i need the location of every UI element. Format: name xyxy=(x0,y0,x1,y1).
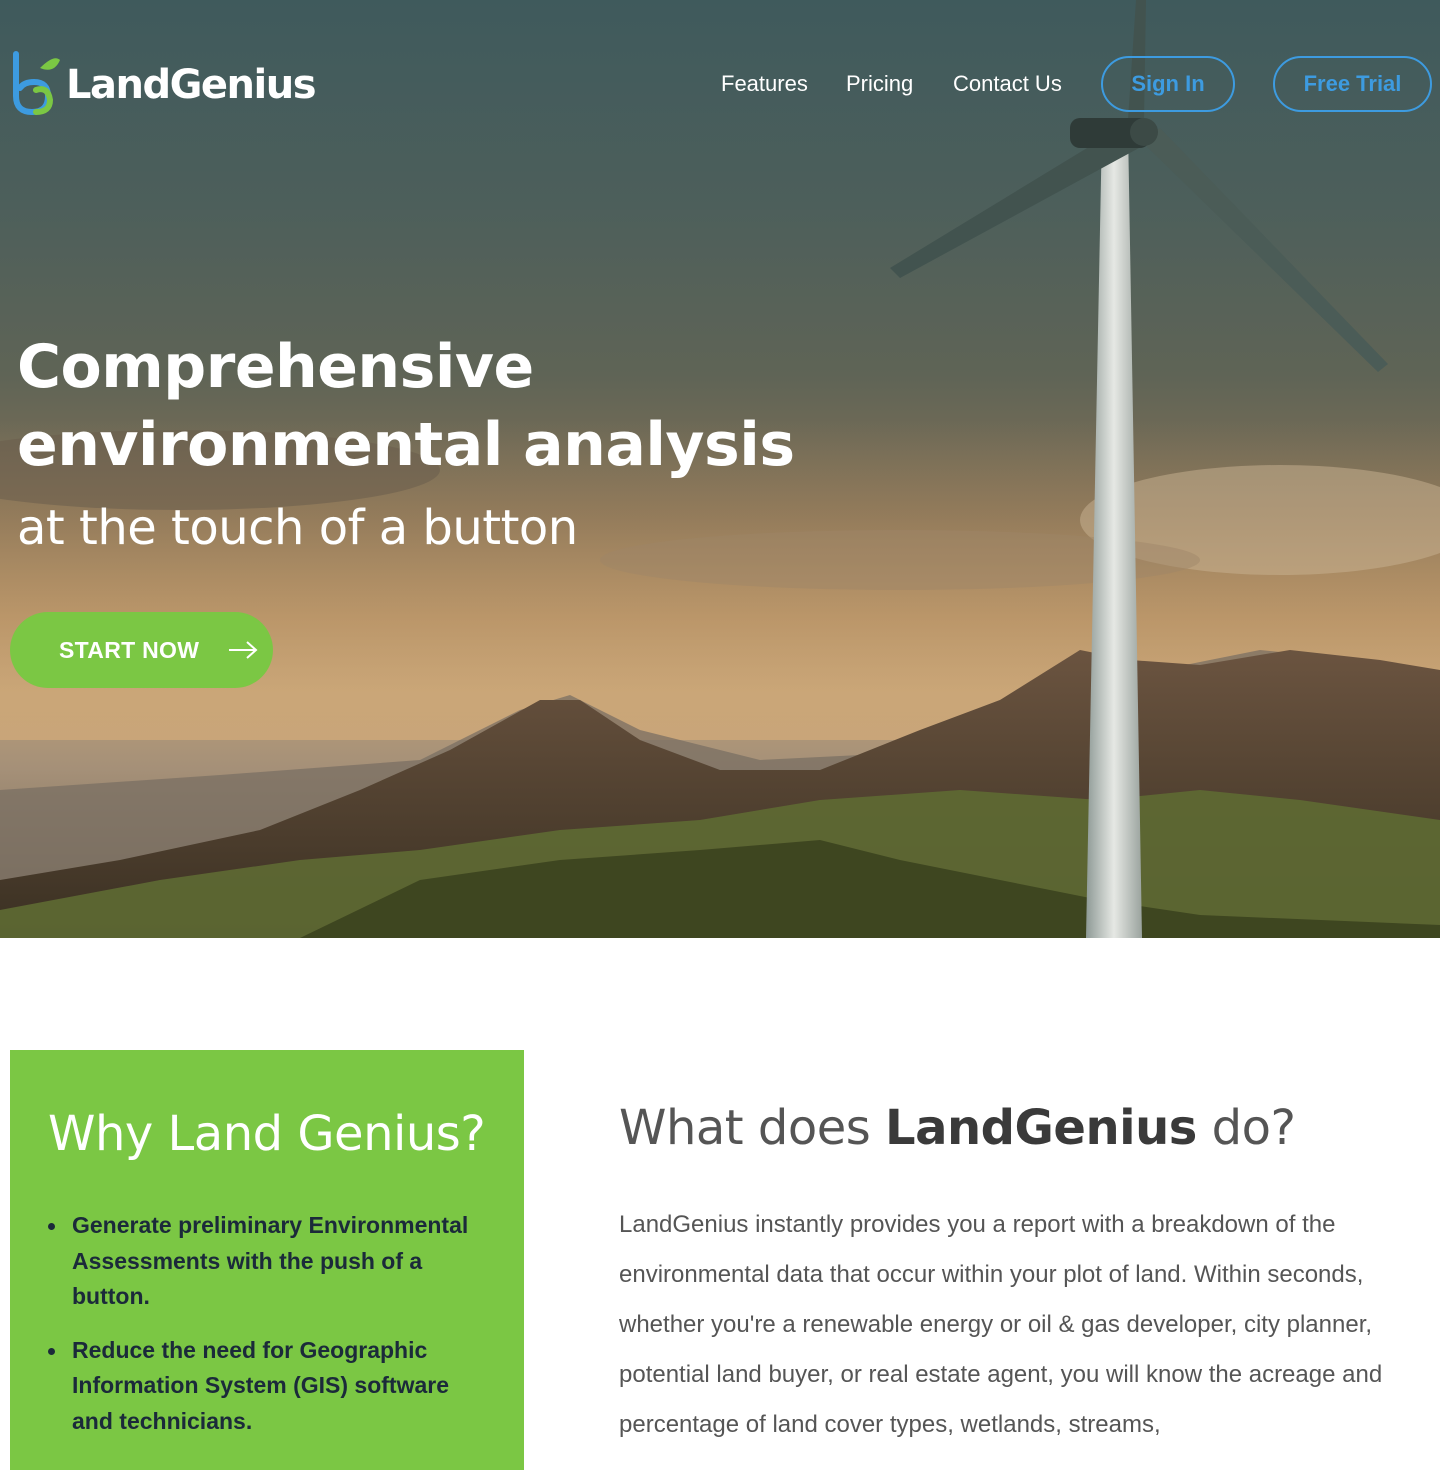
what-description: LandGenius instantly provides you a repo… xyxy=(619,1211,1383,1438)
start-now-label: START NOW xyxy=(59,637,200,663)
sign-in-button[interactable]: Sign In xyxy=(1101,56,1235,112)
bullet-icon xyxy=(48,1347,55,1355)
why-list-item: Generate preliminary Environmental Asses… xyxy=(48,1208,488,1315)
bullet-icon xyxy=(48,1223,55,1230)
why-list-item: Reduce the need for Geographic Informati… xyxy=(48,1333,488,1440)
main-nav: Features Pricing Contact Us Sign In Free… xyxy=(0,56,1440,112)
nav-link-pricing[interactable]: Pricing xyxy=(846,70,913,98)
site-header: LandGenius Features Pricing Contact Us S… xyxy=(0,0,1440,170)
hero-subtitle: at the touch of a button xyxy=(17,500,578,556)
nav-link-features[interactable]: Features xyxy=(721,70,808,98)
start-now-button[interactable]: START NOW xyxy=(10,612,273,688)
what-title-brand: LandGenius xyxy=(885,1100,1197,1156)
free-trial-button[interactable]: Free Trial xyxy=(1273,56,1432,112)
why-title: Why Land Genius? xyxy=(48,1106,486,1162)
arrow-right-icon xyxy=(229,641,258,659)
hero-title: Comprehensive environmental analysis xyxy=(17,328,795,484)
why-list: Generate preliminary Environmental Asses… xyxy=(48,1208,488,1457)
nav-link-contact-us[interactable]: Contact Us xyxy=(953,70,1062,98)
why-item-text: Generate preliminary Environmental Asses… xyxy=(72,1212,469,1309)
why-landgenius-panel: Why Land Genius? Generate preliminary En… xyxy=(10,1050,524,1470)
why-item-text: Reduce the need for Geographic Informati… xyxy=(72,1336,450,1434)
hero-section: LandGenius Features Pricing Contact Us S… xyxy=(0,0,1440,938)
what-title: What does LandGenius do? xyxy=(619,1094,1296,1162)
wind-turbine-tower xyxy=(1086,128,1142,938)
what-title-prefix: What does xyxy=(619,1100,886,1156)
hero-title-line2: environmental analysis xyxy=(17,410,795,480)
what-title-suffix: do? xyxy=(1196,1100,1296,1156)
hero-title-line1: Comprehensive xyxy=(17,332,534,402)
